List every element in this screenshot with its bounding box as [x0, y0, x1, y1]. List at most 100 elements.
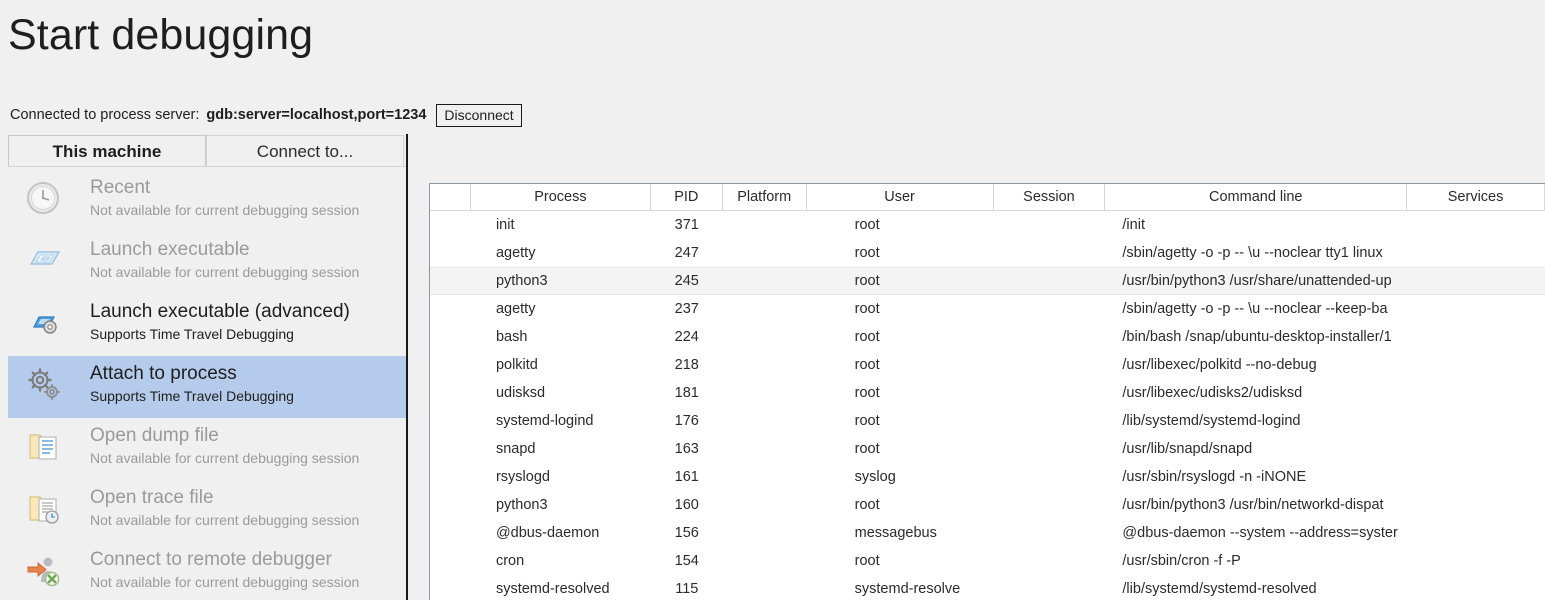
cell-cmdline: /usr/libexec/polkitd --no-debug	[1105, 351, 1407, 379]
tab-connect-to[interactable]: Connect to...	[206, 135, 404, 167]
clock-icon	[26, 180, 62, 220]
table-row[interactable]: polkitd218root/usr/libexec/polkitd --no-…	[430, 351, 1545, 379]
cell-pid: 176	[651, 407, 723, 435]
sidebar-item-recent-title: Recent	[90, 177, 150, 198]
sidebar-item-attach-to-process[interactable]: Attach to process Supports Time Travel D…	[8, 356, 406, 418]
left-panel-divider	[8, 166, 407, 167]
table-row[interactable]: snapd163root/usr/lib/snapd/snapd	[430, 435, 1545, 463]
cell-services	[1407, 239, 1545, 267]
sidebar-item-open-dump-file[interactable]: Open dump file Not available for current…	[8, 418, 406, 480]
table-row[interactable]: python3245root/usr/bin/python3 /usr/shar…	[430, 267, 1545, 295]
column-header-platform[interactable]: Platform	[723, 184, 807, 210]
cell-platform	[723, 268, 807, 294]
cell-pid: 160	[651, 491, 723, 519]
cell-user: root	[807, 547, 994, 575]
cell-rowmarker	[430, 407, 471, 435]
cell-services	[1407, 351, 1545, 379]
table-row[interactable]: bash224root/bin/bash /snap/ubuntu-deskto…	[430, 323, 1545, 351]
disconnect-button[interactable]: Disconnect	[436, 104, 521, 127]
table-row[interactable]: agetty237root/sbin/agetty -o -p -- \u --…	[430, 295, 1545, 323]
cell-rowmarker	[430, 463, 471, 491]
table-row[interactable]: systemd-logind176root/lib/systemd/system…	[430, 407, 1545, 435]
sidebar-item-open-trace-file[interactable]: Open trace file Not available for curren…	[8, 480, 406, 542]
cell-user: root	[807, 211, 994, 239]
cell-session	[994, 435, 1106, 463]
sidebar-item-connect-to-remote-debugger-text: Connect to remote debugger Not available…	[90, 542, 359, 592]
page-title: Start debugging	[8, 12, 313, 59]
cell-session	[994, 407, 1106, 435]
cell-user: root	[807, 295, 994, 323]
sidebar-item-attach-to-process-title: Attach to process	[90, 363, 237, 384]
cell-rowmarker	[430, 211, 471, 239]
cell-process: systemd-resolved	[471, 575, 651, 600]
sidebar-item-launch-executable[interactable]: Launch executable Not available for curr…	[8, 232, 406, 294]
gears-icon	[26, 366, 62, 406]
process-table[interactable]: ProcessPIDPlatformUserSessionCommand lin…	[429, 183, 1545, 600]
sidebar-item-attach-to-process-subtitle: Supports Time Travel Debugging	[90, 388, 294, 404]
cell-pid: 163	[651, 435, 723, 463]
sidebar-item-open-trace-file-subtitle: Not available for current debugging sess…	[90, 512, 359, 528]
cell-cmdline: @dbus-daemon --system --address=syster	[1105, 519, 1407, 547]
cell-cmdline: /usr/sbin/cron -f -P	[1105, 547, 1407, 575]
cell-services	[1407, 491, 1545, 519]
column-header-rowmarker[interactable]	[430, 184, 471, 210]
cell-session	[994, 323, 1106, 351]
cell-pid: 156	[651, 519, 723, 547]
dump-file-icon	[26, 428, 62, 468]
cell-cmdline: /lib/systemd/systemd-resolved	[1105, 575, 1407, 600]
sidebar-item-open-trace-file-title: Open trace file	[90, 487, 214, 508]
cell-services	[1407, 211, 1545, 239]
column-header-user[interactable]: User	[807, 184, 994, 210]
cell-services	[1407, 463, 1545, 491]
sidebar-item-connect-to-remote-debugger[interactable]: Connect to remote debugger Not available…	[8, 542, 406, 600]
connection-status-bar: Connected to process server: gdb:server=…	[10, 103, 522, 127]
cell-rowmarker	[430, 575, 471, 600]
column-header-process[interactable]: Process	[471, 184, 651, 210]
column-header-session[interactable]: Session	[994, 184, 1106, 210]
cell-pid: 161	[651, 463, 723, 491]
cell-services	[1407, 575, 1545, 600]
cell-user: root	[807, 268, 994, 294]
cell-process: snapd	[471, 435, 651, 463]
table-row[interactable]: python3160root/usr/bin/python3 /usr/bin/…	[430, 491, 1545, 519]
cell-user: syslog	[807, 463, 994, 491]
cell-rowmarker	[430, 491, 471, 519]
cell-process: agetty	[471, 239, 651, 267]
table-row[interactable]: cron154root/usr/sbin/cron -f -P	[430, 547, 1545, 575]
connection-label: Connected to process server:	[10, 107, 199, 123]
table-row[interactable]: udisksd181root/usr/libexec/udisks2/udisk…	[430, 379, 1545, 407]
column-header-pid[interactable]: PID	[651, 184, 723, 210]
cell-pid: 218	[651, 351, 723, 379]
table-row[interactable]: rsyslogd161syslog/usr/sbin/rsyslogd -n -…	[430, 463, 1545, 491]
cell-cmdline: /usr/lib/snapd/snapd	[1105, 435, 1407, 463]
tab-connect-to-label: Connect to...	[257, 142, 353, 162]
cell-user: root	[807, 491, 994, 519]
table-row[interactable]: agetty247root/sbin/agetty -o -p -- \u --…	[430, 239, 1545, 267]
cell-pid: 245	[651, 268, 723, 294]
cell-cmdline: /sbin/agetty -o -p -- \u --noclear --kee…	[1105, 295, 1407, 323]
tab-this-machine[interactable]: This machine	[8, 135, 206, 167]
cell-process: python3	[471, 491, 651, 519]
table-row[interactable]: @dbus-daemon156messagebus@dbus-daemon --…	[430, 519, 1545, 547]
cell-rowmarker	[430, 435, 471, 463]
cell-session	[994, 547, 1106, 575]
sidebar-item-recent[interactable]: Recent Not available for current debuggi…	[8, 170, 406, 232]
cell-session	[994, 379, 1106, 407]
cell-services	[1407, 379, 1545, 407]
table-header-row: ProcessPIDPlatformUserSessionCommand lin…	[430, 184, 1545, 211]
sidebar-item-launch-executable-advanced[interactable]: Launch executable (advanced) Supports Ti…	[8, 294, 406, 356]
column-header-services[interactable]: Services	[1407, 184, 1545, 210]
cell-user: root	[807, 239, 994, 267]
cell-pid: 115	[651, 575, 723, 600]
cell-rowmarker	[430, 519, 471, 547]
cell-session	[994, 239, 1106, 267]
sidebar-item-recent-text: Recent Not available for current debuggi…	[90, 170, 359, 220]
column-header-cmdline[interactable]: Command line	[1105, 184, 1407, 210]
table-row[interactable]: init371root/init	[430, 211, 1545, 239]
cell-process: bash	[471, 323, 651, 351]
cell-rowmarker	[430, 379, 471, 407]
cell-services	[1407, 435, 1545, 463]
cell-pid: 371	[651, 211, 723, 239]
table-row[interactable]: systemd-resolved115 systemd-resolve/lib/s…	[430, 575, 1545, 600]
cell-user: systemd-resolve	[807, 575, 994, 600]
